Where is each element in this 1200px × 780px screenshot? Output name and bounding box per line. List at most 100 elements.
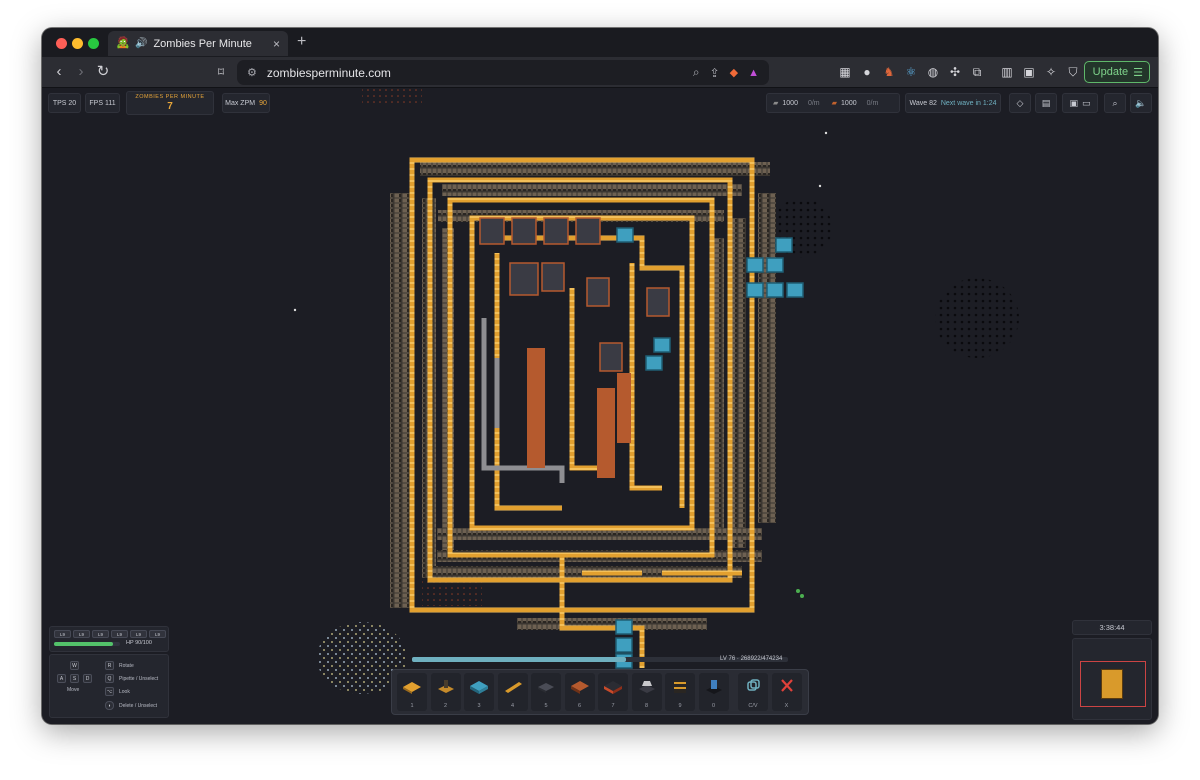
fox-extension-icon[interactable]: ♞ — [881, 64, 897, 80]
wallet-icon[interactable]: ▣ — [1021, 64, 1037, 80]
brave-rewards-icon[interactable]: ▲ — [748, 67, 759, 79]
delete-label: Delete / Unselect — [119, 703, 158, 709]
circle-extension-icon[interactable]: ● — [859, 64, 875, 80]
look-label: Look — [119, 689, 130, 695]
address-bar[interactable]: ⚙ zombiesperminute.com ⌕ ⇪ ◆ ▲ — [237, 60, 769, 85]
slot-number: C/V — [748, 703, 758, 709]
brave-shields-icon[interactable]: ◆ — [730, 66, 738, 79]
zoom-icon[interactable]: ⌕ — [693, 65, 700, 80]
globe-extension-icon[interactable]: ◍ — [925, 64, 941, 80]
vpn-shield-icon[interactable]: ⛉ — [1065, 64, 1081, 80]
player-stats: L9 L9 L9 L9 L9 L9 HP 90/100 — [49, 626, 169, 652]
hotbar-slot[interactable]: 8 — [631, 673, 662, 711]
hotbar-slot[interactable]: 3 — [464, 673, 494, 711]
browser-toolbar: ‹ › ↻ ⌑ ⚙ zombiesperminute.com ⌕ ⇪ ◆ ▲ ▦… — [42, 57, 1158, 88]
water-tank-icon — [470, 681, 488, 694]
hotbar-slot[interactable]: 0 — [698, 673, 729, 711]
zoom-button[interactable]: ⌕ — [1104, 93, 1126, 113]
react-extension-icon[interactable]: ⚛ — [903, 64, 919, 80]
tab-zombies-per-minute[interactable]: 🧟 🔊 Zombies Per Minute × — [108, 31, 288, 56]
hotbar-slot[interactable]: 6 — [564, 673, 595, 711]
hotbar-slot[interactable]: 2 — [430, 673, 461, 711]
forward-button[interactable]: › — [72, 63, 90, 81]
qr-extension-icon[interactable]: ▦ — [837, 64, 853, 80]
sound-button[interactable]: 🔈 — [1130, 93, 1152, 113]
hotbar-slot[interactable]: 7 — [598, 673, 628, 711]
skill-level: L9 — [149, 630, 166, 638]
new-tab-button[interactable]: + — [297, 33, 306, 51]
slot-number: 6 — [577, 703, 582, 709]
rotate-label: Rotate — [119, 663, 134, 669]
ore-patch — [362, 88, 422, 104]
max-zpm-value: 90 — [259, 99, 267, 107]
close-tab-icon[interactable]: × — [273, 37, 280, 51]
game-timer: 3:38:44 — [1072, 620, 1152, 635]
leo-ai-icon[interactable]: ✧ — [1043, 64, 1059, 80]
bookmark-icon[interactable]: ⌑ — [212, 63, 230, 81]
red-machine-icon — [570, 681, 589, 694]
puzzle-extension-icon[interactable]: ✣ — [947, 64, 963, 80]
close-icon — [780, 679, 793, 692]
zpm-label: ZOMBIES PER MINUTE — [135, 94, 205, 100]
gem-button[interactable]: ◇ — [1009, 93, 1031, 113]
barrel-icon — [674, 680, 686, 693]
clipboard-icon: ▤ — [1041, 97, 1051, 108]
zpm-display: ZOMBIES PER MINUTE 7 — [126, 91, 214, 115]
skill-level: L9 — [54, 630, 71, 638]
skill-level: L9 — [111, 630, 128, 638]
hotbar-slot-delete[interactable]: X — [771, 673, 802, 711]
key-q: Q — [105, 674, 114, 683]
slot-number: 8 — [644, 703, 649, 709]
slot-number: 3 — [477, 703, 481, 709]
menu-icon: ☰ — [1133, 66, 1143, 79]
tps-display: TPS 20 — [48, 93, 81, 113]
key-w: W — [70, 661, 79, 670]
game-map[interactable] — [42, 88, 1158, 724]
xp-progress-fill — [412, 657, 627, 662]
wood-resource-icon: ▰ — [831, 100, 838, 107]
zombie-swarm — [935, 278, 1019, 358]
wave-display: Wave 82 Next wave in 1:24 — [905, 93, 1001, 113]
skill-level: L9 — [73, 630, 90, 638]
plank-icon — [504, 682, 522, 693]
hotbar-slot[interactable]: 4 — [497, 673, 528, 711]
site-settings-icon[interactable]: ⚙ — [247, 66, 257, 79]
slot-number: 0 — [711, 703, 716, 709]
move-label: Move — [67, 687, 80, 693]
key-a: A — [57, 674, 66, 683]
wall-column — [732, 218, 746, 548]
next-wave-text: Next wave in 1:24 — [940, 99, 997, 107]
slot-number: X — [784, 703, 789, 709]
back-button[interactable]: ‹ — [50, 63, 68, 81]
hotbar-slot[interactable]: 9 — [665, 673, 695, 711]
save-icon[interactable]: ▣ — [1069, 98, 1078, 109]
hotbar-slot[interactable]: 1 — [397, 673, 427, 711]
game-viewport[interactable]: TPS 20 FPS 111 ZOMBIES PER MINUTE 7 Max … — [42, 88, 1158, 724]
key-d: D — [83, 674, 92, 683]
share-icon[interactable]: ⇪ — [710, 66, 720, 80]
speaker-icon[interactable]: 🔊 — [135, 38, 147, 49]
close-window-button[interactable] — [56, 38, 67, 49]
option-key-icon: ⌥ — [105, 687, 114, 696]
minimize-window-button[interactable] — [72, 38, 83, 49]
hotbar-slot[interactable]: 5 — [531, 673, 561, 711]
maximize-window-button[interactable] — [88, 38, 99, 49]
sidebar-toggle-icon[interactable]: ▥ — [999, 64, 1015, 80]
minimap[interactable] — [1072, 638, 1152, 720]
wall-row — [442, 184, 742, 196]
clipboard-button[interactable]: ▤ — [1035, 93, 1057, 113]
screenshot-extension-icon[interactable]: ⧉ — [969, 64, 985, 80]
update-button[interactable]: Update ☰ — [1083, 61, 1150, 83]
folder-icon[interactable]: ▭ — [1082, 98, 1091, 109]
skill-level: L9 — [92, 630, 109, 638]
controls-legend: W A S D Move R Rotate Q Pipette / Unsele… — [49, 654, 169, 718]
hotbar-slot-copy[interactable]: C/V — [738, 673, 768, 711]
pipette-label: Pipette / Unselect — [119, 676, 159, 682]
max-zpm-display: Max ZPM 90 — [222, 93, 270, 113]
key-r: R — [105, 661, 114, 670]
zpm-value: 7 — [167, 101, 173, 112]
slot-number: 4 — [510, 703, 515, 709]
zombie-favicon-icon: 🧟 — [116, 37, 130, 49]
slot-number: 5 — [544, 703, 548, 709]
reload-button[interactable]: ↻ — [94, 63, 112, 81]
